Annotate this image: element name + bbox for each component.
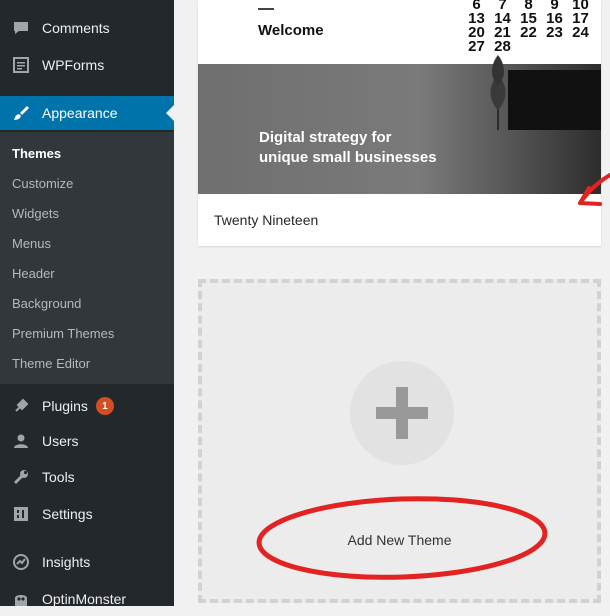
settings-icon — [12, 505, 30, 523]
admin-sidebar: Comments WPForms Appearance Themes Custo… — [0, 0, 174, 607]
calendar-day: 28 — [494, 38, 511, 55]
calendar-day: 22 — [520, 24, 537, 41]
menu-item-optinmonster[interactable]: OptinMonster — [0, 582, 174, 616]
calendar-day: 23 — [546, 24, 563, 41]
menu-item-label: Plugins — [42, 398, 88, 414]
plus-icon[interactable] — [350, 361, 454, 465]
theme-card-twenty-nineteen[interactable]: Welcome 6 7 8 9 10 13 14 15 16 17 20 21 … — [198, 0, 601, 246]
menu-item-label: Tools — [42, 469, 75, 485]
menu-item-label: WPForms — [42, 57, 105, 73]
menu-item-label: Users — [42, 433, 79, 449]
menu-item-comments[interactable]: Comments — [0, 11, 174, 45]
menu-item-label: Comments — [42, 20, 110, 36]
plugins-icon — [12, 397, 30, 415]
menu-item-label: OptinMonster — [42, 591, 127, 607]
menu-item-insights[interactable]: Insights — [0, 545, 174, 579]
calendar-day: 24 — [572, 24, 589, 41]
menu-item-label: Settings — [42, 506, 93, 522]
menu-item-tools[interactable]: Tools — [0, 460, 174, 494]
add-new-theme-card[interactable]: Add New Theme — [198, 279, 601, 603]
insights-icon — [12, 553, 30, 571]
menu-item-users[interactable]: Users — [0, 424, 174, 458]
preview-headline-line-2: unique small businesses — [259, 149, 437, 166]
preview-calendar: 6 7 8 9 10 13 14 15 16 17 20 21 22 23 24… — [466, 0, 601, 64]
calendar-day: 27 — [468, 38, 485, 55]
active-indicator-arrow — [166, 105, 174, 121]
users-icon — [12, 432, 30, 450]
tools-icon — [12, 468, 30, 486]
appearance-submenu: Themes Customize Widgets Menus Header Ba… — [0, 132, 174, 384]
preview-welcome-text: Welcome — [258, 22, 324, 39]
plus-icon-vertical-bar — [396, 387, 408, 439]
submenu-item-menus[interactable]: Menus — [12, 232, 51, 256]
comments-icon — [12, 19, 30, 37]
submenu-item-customize[interactable]: Customize — [12, 172, 73, 196]
menu-item-settings[interactable]: Settings — [0, 497, 174, 531]
wpforms-icon — [12, 56, 30, 74]
submenu-item-themes[interactable]: Themes — [12, 142, 61, 166]
add-new-theme-label[interactable]: Add New Theme — [202, 532, 597, 548]
plugins-update-badge: 1 — [95, 397, 114, 415]
appearance-brush-icon — [12, 104, 30, 122]
optinmonster-icon — [12, 590, 30, 608]
submenu-item-premium-themes[interactable]: Premium Themes — [12, 322, 114, 346]
preview-headline-line-1: Digital strategy for — [259, 129, 392, 146]
submenu-item-theme-editor[interactable]: Theme Editor — [12, 352, 90, 376]
menu-item-label: Insights — [42, 554, 91, 570]
preview-divider — [258, 8, 274, 10]
menu-item-wpforms[interactable]: WPForms — [0, 48, 174, 82]
menu-item-plugins[interactable]: Plugins 1 — [0, 389, 174, 423]
submenu-item-widgets[interactable]: Widgets — [12, 202, 59, 226]
menu-item-label: Appearance — [42, 105, 118, 121]
preview-dark-panel — [508, 70, 601, 130]
submenu-item-header[interactable]: Header — [12, 262, 55, 286]
theme-screenshot[interactable]: Welcome 6 7 8 9 10 13 14 15 16 17 20 21 … — [198, 0, 601, 194]
theme-name[interactable]: Twenty Nineteen — [214, 212, 318, 228]
submenu-item-background[interactable]: Background — [12, 292, 81, 316]
menu-item-appearance[interactable]: Appearance — [0, 96, 174, 130]
